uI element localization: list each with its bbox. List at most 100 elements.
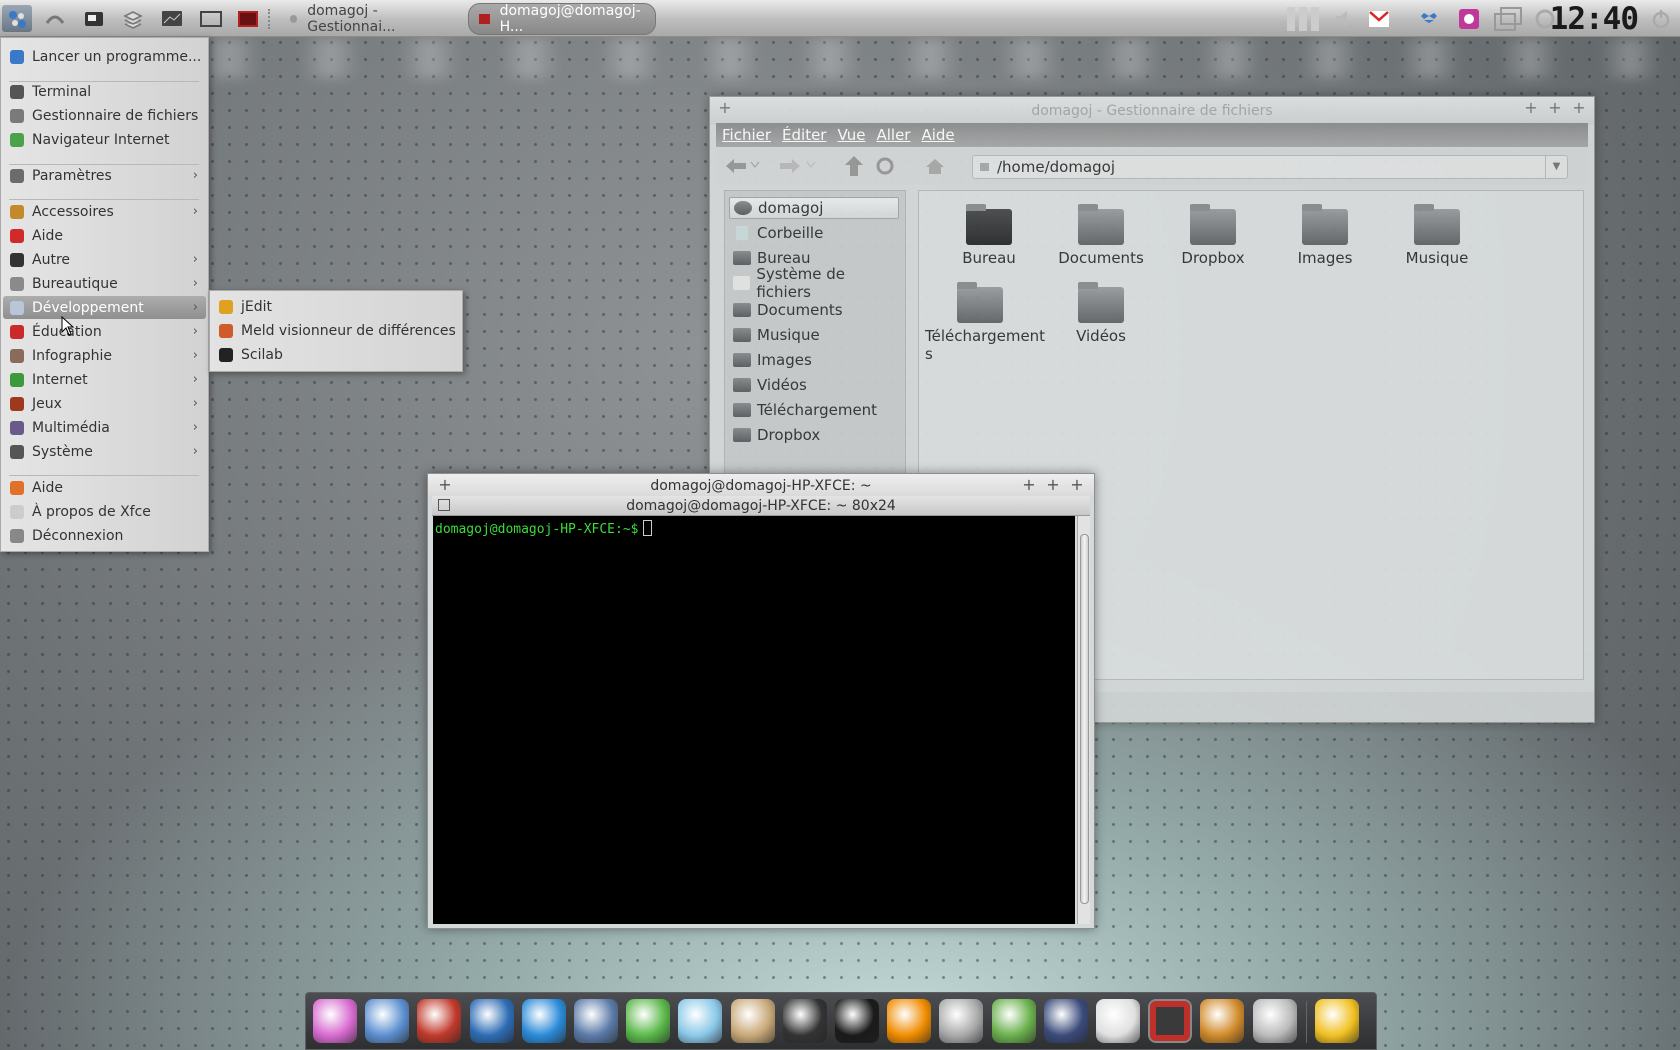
menu-item-run[interactable]: Lancer un programme... — [3, 45, 206, 68]
menu-item-development[interactable]: Développement › — [3, 296, 206, 319]
menu-fichier[interactable]: Fichier — [722, 126, 771, 144]
calendar-icon[interactable] — [417, 999, 462, 1043]
menu-item-logout[interactable]: Déconnexion — [3, 524, 206, 547]
file-manager-titlebar[interactable]: domagoj - Gestionnaire de fichiers — [710, 97, 1594, 125]
menu-vue[interactable]: Vue — [837, 126, 865, 144]
vlc-icon[interactable] — [887, 999, 932, 1043]
notepad-icon[interactable] — [678, 999, 723, 1043]
folder-documents[interactable]: Documents — [1051, 204, 1151, 267]
sidebar-item-domagoj[interactable]: domagoj — [729, 197, 899, 219]
menu-item-settings[interactable]: Paramètres › — [3, 164, 206, 187]
shell-icon[interactable] — [1252, 999, 1297, 1043]
reload-icon[interactable] — [874, 155, 896, 177]
scrollbar-thumb[interactable] — [1080, 534, 1089, 904]
menu-item-system[interactable]: Système › — [3, 440, 206, 463]
sidebar-item-corbeille[interactable]: Corbeille — [729, 222, 899, 244]
menu-item-help[interactable]: Aide — [3, 476, 206, 499]
back-arrow-icon[interactable] — [724, 157, 748, 175]
submenu-item-jedit[interactable]: jEdit — [212, 295, 460, 318]
google-earth-icon[interactable] — [469, 999, 514, 1043]
folder-dropbox[interactable]: Dropbox — [1163, 204, 1263, 267]
menu-aller[interactable]: Aller — [876, 126, 910, 144]
terminal-scrollbar[interactable] — [1077, 516, 1090, 924]
path-dropdown-icon[interactable]: ▼ — [1545, 156, 1567, 178]
menu-editer[interactable]: Éditer — [782, 126, 826, 144]
folder-images[interactable]: Images — [1275, 204, 1375, 267]
launcher-mail-icon[interactable] — [40, 5, 70, 32]
gimp-icon[interactable] — [730, 999, 775, 1043]
launcher-red-terminal-icon[interactable] — [233, 5, 263, 32]
cleaner-icon[interactable] — [1200, 999, 1245, 1043]
messenger-icon[interactable] — [521, 999, 566, 1043]
launcher-window-icon[interactable] — [196, 5, 226, 32]
new-tab-icon[interactable] — [438, 499, 450, 511]
task-terminal[interactable]: domagoj@domagoj-H... — [468, 3, 656, 35]
submenu-item-scilab[interactable]: Scilab — [212, 343, 460, 366]
terminal-tab[interactable]: domagoj@domagoj-HP-XFCE: ~ 80x24 — [432, 496, 1090, 516]
update-icon[interactable] — [1043, 999, 1088, 1043]
close-icon[interactable]: + — [1572, 100, 1586, 116]
terminal-dock-icon[interactable] — [1148, 999, 1193, 1043]
power-icon[interactable] — [1648, 5, 1674, 32]
workspace-switcher-icon[interactable] — [1493, 5, 1523, 32]
sidebar-item-videos[interactable]: Vidéos — [729, 374, 899, 396]
minimize-icon[interactable]: + — [1022, 477, 1036, 493]
submenu-item-meld[interactable]: Meld visionneur de différences — [212, 319, 460, 342]
launcher-terminal-icon[interactable] — [79, 5, 109, 32]
menu-item-internet[interactable]: Internet › — [3, 368, 206, 391]
menu-item-office[interactable]: Bureautique › — [3, 272, 206, 295]
volume-icon[interactable] — [1333, 5, 1357, 32]
forward-arrow-icon[interactable] — [778, 157, 802, 175]
menu-item-terminal[interactable]: Terminal — [3, 80, 206, 103]
folder-videos[interactable]: Vidéos — [1051, 282, 1151, 345]
menu-item-games[interactable]: Jeux › — [3, 392, 206, 415]
menu-item-file-manager[interactable]: Gestionnaire de fichiers — [3, 104, 206, 127]
menu-item-graphics[interactable]: Infographie › — [3, 344, 206, 367]
task-file-manager[interactable]: domagoj - Gestionnai... — [280, 3, 465, 35]
chevron-down-icon[interactable] — [806, 161, 816, 169]
terminal-titlebar[interactable]: domagoj@domagoj-HP-XFCE: ~ — [428, 474, 1094, 498]
sidebar-item-musique[interactable]: Musique — [729, 324, 899, 346]
window-menu-icon[interactable]: + — [718, 100, 732, 116]
disc-icon[interactable] — [835, 999, 879, 1043]
inkscape-icon[interactable] — [574, 999, 618, 1043]
path-bar[interactable]: /home/domagoj ▼ — [972, 155, 1568, 179]
sidebar-item-images[interactable]: Images — [729, 349, 899, 371]
close-icon[interactable]: + — [1070, 477, 1084, 493]
dropbox-tray-icon[interactable] — [1417, 5, 1441, 32]
folder-telechargements[interactable]: Téléchargement s — [925, 282, 1049, 363]
window-menu-icon[interactable]: + — [438, 477, 452, 493]
sidebar-item-telechargement[interactable]: Téléchargement — [729, 399, 899, 421]
feather-icon[interactable] — [626, 999, 671, 1043]
menu-item-globe[interactable]: Navigateur Internet — [3, 128, 206, 151]
folder-bureau[interactable]: Bureau — [939, 204, 1039, 267]
maximize-icon[interactable]: + — [1548, 100, 1562, 116]
keyboard-icon[interactable] — [1096, 999, 1140, 1043]
whisker-menu-button[interactable] — [2, 5, 32, 32]
maximize-icon[interactable]: + — [1046, 477, 1060, 493]
settings-manager-icon[interactable] — [313, 999, 357, 1043]
launcher-stack-icon[interactable] — [118, 5, 148, 32]
folder-musique[interactable]: Musique — [1387, 204, 1487, 267]
terminal-output[interactable]: domagoj@domagoj-HP-XFCE:~$ — [433, 516, 1075, 924]
gmail-icon[interactable] — [1367, 5, 1391, 32]
headphones-icon[interactable] — [939, 999, 984, 1043]
menu-item-education[interactable]: Éducation › — [3, 320, 206, 343]
home-icon[interactable] — [924, 157, 946, 175]
weather-icon[interactable] — [1315, 999, 1359, 1043]
sidebar-item-dropbox[interactable]: Dropbox — [729, 424, 899, 446]
up-arrow-icon[interactable] — [844, 155, 864, 177]
menu-item-help[interactable]: Aide — [3, 224, 206, 247]
launcher-monitor-icon[interactable] — [157, 5, 187, 32]
menu-item-multimedia[interactable]: Multimédia › — [3, 416, 206, 439]
chromium-icon[interactable] — [365, 999, 410, 1043]
sidebar-item-systeme[interactable]: Système de fichiers — [729, 265, 899, 301]
pink-app-tray-icon[interactable] — [1457, 5, 1481, 32]
minimize-icon[interactable]: + — [1524, 100, 1538, 116]
menu-item-star[interactable]: Autre › — [3, 248, 206, 271]
menu-item-about[interactable]: À propos de Xfce — [3, 500, 206, 523]
qgis-icon[interactable] — [991, 999, 1036, 1043]
pen-icon[interactable] — [782, 999, 827, 1043]
menu-aide[interactable]: Aide — [921, 126, 954, 144]
sidebar-item-documents[interactable]: Documents — [729, 299, 899, 321]
